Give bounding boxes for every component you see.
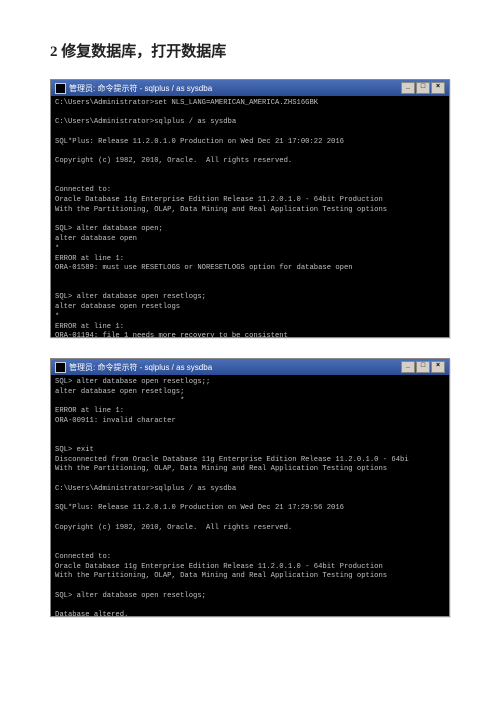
terminal-window-1: 管理员: 命令提示符 - sqlplus / as sysdba _ □ × C… (50, 79, 450, 338)
terminal-window-2: 管理员: 命令提示符 - sqlplus / as sysdba _ □ × S… (50, 358, 450, 617)
titlebar-text-2: 管理员: 命令提示符 - sqlplus / as sysdba (69, 362, 401, 373)
close-button[interactable]: × (431, 361, 445, 373)
titlebar-1[interactable]: 管理员: 命令提示符 - sqlplus / as sysdba _ □ × (51, 80, 449, 96)
window-controls-1: _ □ × (401, 82, 445, 94)
maximize-button[interactable]: □ (416, 82, 430, 94)
section-heading: 2 修复数据库，打开数据库 (50, 40, 450, 61)
terminal-output-1[interactable]: C:\Users\Administrator>set NLS_LANG=AMER… (51, 96, 449, 337)
window-controls-2: _ □ × (401, 361, 445, 373)
minimize-button[interactable]: _ (401, 361, 415, 373)
minimize-button[interactable]: _ (401, 82, 415, 94)
maximize-button[interactable]: □ (416, 361, 430, 373)
app-icon (55, 362, 66, 373)
titlebar-2[interactable]: 管理员: 命令提示符 - sqlplus / as sysdba _ □ × (51, 359, 449, 375)
app-icon (55, 83, 66, 94)
titlebar-text-1: 管理员: 命令提示符 - sqlplus / as sysdba (69, 83, 401, 94)
close-button[interactable]: × (431, 82, 445, 94)
terminal-output-2[interactable]: SQL> alter database open resetlogs;; alt… (51, 375, 449, 616)
